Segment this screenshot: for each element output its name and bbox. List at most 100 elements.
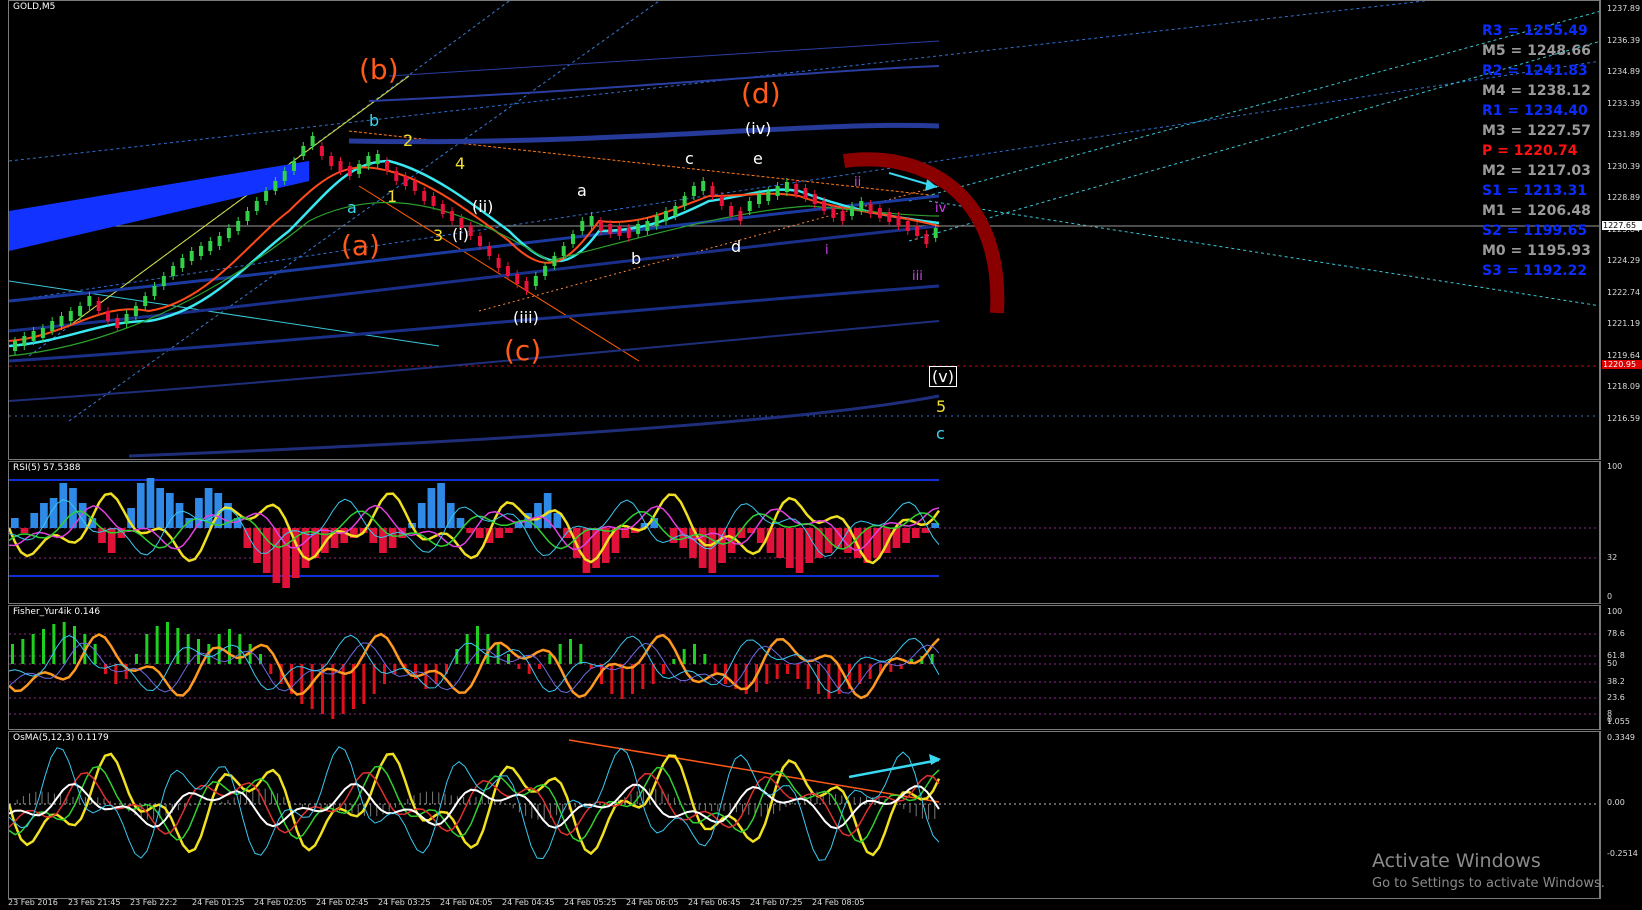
time-axis: 23 Feb 2016 23 Feb 21:45 23 Feb 22:2 24 Feb… [8, 898, 1600, 910]
candle-body [301, 146, 306, 156]
wave-label-4: 4 [455, 154, 466, 173]
wave-label-b-white: b [631, 249, 642, 268]
wave-label-iii-magenta: iii [912, 269, 923, 284]
fisher-histogram-bar [135, 654, 138, 664]
fisher-pane[interactable]: Fisher_Yur4ik 0.146 [8, 605, 1600, 730]
fisher-histogram-bar [372, 664, 376, 694]
rsi-histogram-bar [262, 528, 271, 573]
wave-label-5-yellow: 5 [936, 397, 947, 416]
fisher-histogram-bar [186, 634, 190, 664]
pivot-level: M4 = 1238.12 [1482, 83, 1591, 99]
price-tick: 1222.74 [1607, 287, 1641, 297]
rsi-histogram-bar [582, 528, 591, 573]
candle-body [273, 181, 278, 191]
wave-label-iv: (iv) [745, 119, 772, 138]
time-label: 23 Feb 21:45 [68, 898, 121, 907]
fisher-histogram-bar [538, 664, 541, 669]
time-label: 24 Feb 05:25 [564, 898, 617, 907]
rsi-histogram-bar [495, 528, 504, 538]
price-tick: 1230.39 [1607, 161, 1641, 171]
fisher-title: Fisher_Yur4ik 0.146 [13, 607, 101, 617]
fisher-histogram-bar [558, 644, 562, 664]
rsi-histogram-bar [795, 528, 804, 573]
fisher-histogram-bar [775, 664, 779, 679]
candle-body [710, 186, 715, 196]
candle-body [738, 211, 743, 221]
rsi-histogram-bar [756, 528, 765, 543]
price-tick: 1216.59 [1607, 413, 1641, 423]
fisher-histogram-bar [693, 644, 696, 664]
fisher-histogram-bar [868, 664, 872, 679]
rsi-histogram-bar [175, 503, 184, 528]
wave-label-i-magenta: i [825, 243, 829, 258]
osma-tick: -0.2514 [1607, 849, 1638, 858]
pivot-levels: R3 = 1255.49 M5 = 1248.66 R2 = 1241.83 M4 =… [1482, 21, 1591, 281]
rsi-histogram-bar [669, 528, 678, 543]
osma-pane[interactable]: OsMA(5,12,3) 0.1179 [8, 731, 1600, 899]
osma-svg [9, 739, 1599, 861]
fisher-histogram-bar [300, 664, 304, 704]
price-axis: 1237.89 1236.39 1234.89 1233.39 1231.89 1230.… [1600, 0, 1642, 460]
candle-body [487, 246, 492, 256]
watermark-line2: Go to Settings to activate Windows. [1372, 876, 1605, 891]
candle-body [347, 166, 352, 176]
candle-body [850, 206, 854, 216]
rsi-histogram-bar [253, 528, 261, 563]
candle-body [59, 316, 64, 326]
rsi-histogram-bar [136, 483, 145, 528]
pivot-level: S1 = 1213.31 [1482, 183, 1588, 199]
fisher-histogram-bar [620, 664, 624, 699]
candle-body [245, 211, 250, 221]
candle-body [385, 161, 389, 171]
price-chart-svg [9, 1, 1599, 458]
rsi-histogram-bar [911, 528, 920, 538]
wave-label-d-white: d [731, 237, 742, 256]
candle-body [161, 276, 166, 286]
pivot-level: R1 = 1234.40 [1482, 103, 1588, 119]
candle-body [78, 306, 83, 316]
rsi-svg [9, 478, 1599, 588]
fisher-histogram-bar [62, 622, 66, 664]
candle-body [664, 211, 668, 221]
price-chart-pane[interactable]: GOLD,M5 (b) (a) (c) (d) b a 2 4 1 3 (ii)… [8, 0, 1600, 460]
rsi-histogram-bar [718, 528, 726, 563]
candle-body [152, 286, 157, 296]
time-label: 23 Feb 2016 [8, 898, 58, 907]
fisher-histogram-bar [145, 634, 149, 664]
fisher-histogram-bar [569, 639, 572, 664]
rsi-tick: 100 [1607, 462, 1623, 471]
fisher-svg [9, 622, 1599, 719]
candle-body [87, 296, 92, 306]
candle-body [645, 221, 650, 231]
candle-body [319, 146, 324, 156]
rsi-histogram-bar [776, 528, 784, 558]
price-tick: 1218.09 [1607, 382, 1641, 391]
candle-body [366, 156, 371, 166]
price-tick: 1224.29 [1607, 256, 1641, 265]
fisher-tick: 78.6 [1607, 629, 1625, 638]
rsi-histogram-bar [505, 528, 513, 533]
rsi-histogram-bar [437, 483, 445, 528]
candle-body [729, 206, 734, 216]
wave-label-b-orange: (b) [359, 53, 399, 86]
pivot-level: R2 = 1241.83 [1482, 63, 1588, 79]
time-label: 24 Feb 03:25 [378, 898, 431, 907]
fisher-histogram-bar [341, 664, 345, 714]
candle-body [338, 161, 343, 171]
candle-body [719, 196, 724, 206]
candle-body [403, 176, 408, 186]
price-tick: 1219.64 [1607, 350, 1641, 360]
fisher-histogram-bar [517, 664, 521, 669]
candle-body [812, 194, 817, 204]
candle-body [143, 296, 148, 306]
rsi-pane[interactable]: RSI(5) 57.5388 [8, 461, 1600, 604]
osma-title: OsMA(5,12,3) 0.1179 [13, 733, 109, 743]
fisher-axis: 100 78.6 61.8 50 38.2 23.6 8 0 1.055 [1600, 605, 1642, 730]
candle-body [133, 306, 138, 316]
price-tick: 1237.89 [1607, 4, 1641, 13]
candle-body [115, 318, 120, 328]
candle-body [515, 274, 520, 284]
candle-body [412, 181, 417, 191]
time-label: 24 Feb 04:05 [440, 898, 493, 907]
rsi-histogram-bar [388, 528, 397, 548]
